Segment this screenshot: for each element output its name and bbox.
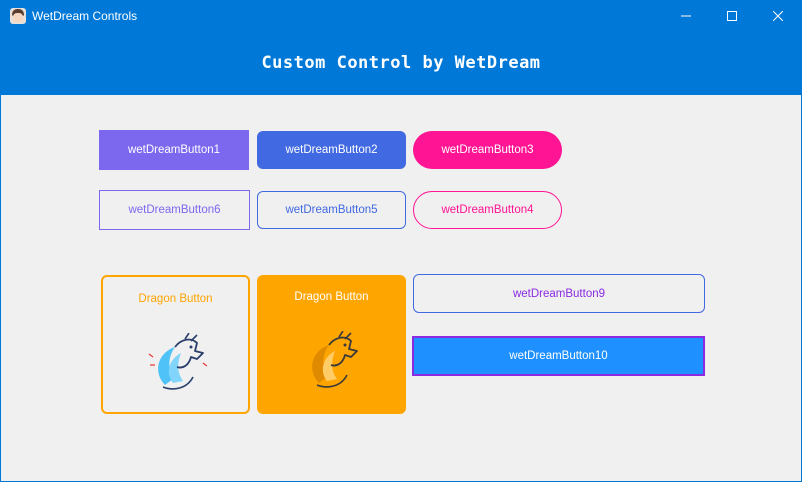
wetdream-button-3[interactable]: wetDreamButton3	[413, 131, 562, 169]
wetdream-button-9[interactable]: wetDreamButton9	[413, 274, 705, 313]
minimize-icon	[681, 15, 691, 17]
dragon-button-label: Dragon Button	[294, 291, 369, 303]
maximize-icon	[727, 11, 737, 21]
wetdream-button-5[interactable]: wetDreamButton5	[257, 191, 406, 229]
dragon-button-filled[interactable]: Dragon Button	[257, 275, 406, 414]
close-icon	[773, 11, 783, 21]
app-window: WetDream Controls Custom Control by WetD…	[0, 0, 802, 482]
dragon-button-outline[interactable]: Dragon Button	[101, 275, 250, 414]
close-button[interactable]	[755, 1, 801, 31]
header-banner: Custom Control by WetDream	[1, 31, 801, 95]
dragon-icon	[148, 333, 207, 390]
app-icon	[10, 8, 26, 24]
wetdream-button-1[interactable]: wetDreamButton1	[99, 130, 249, 170]
minimize-button[interactable]	[663, 1, 709, 31]
dragon-icon	[312, 331, 358, 388]
header-title: Custom Control by WetDream	[261, 53, 541, 73]
wetdream-button-6[interactable]: wetDreamButton6	[99, 190, 250, 230]
dragon-button-label: Dragon Button	[138, 293, 213, 305]
wetdream-button-2[interactable]: wetDreamButton2	[257, 131, 406, 169]
window-title: WetDream Controls	[32, 9, 138, 23]
maximize-button[interactable]	[709, 1, 755, 31]
title-bar[interactable]: WetDream Controls	[1, 1, 801, 31]
wetdream-button-4[interactable]: wetDreamButton4	[413, 191, 562, 229]
wetdream-button-10[interactable]: wetDreamButton10	[412, 336, 705, 376]
